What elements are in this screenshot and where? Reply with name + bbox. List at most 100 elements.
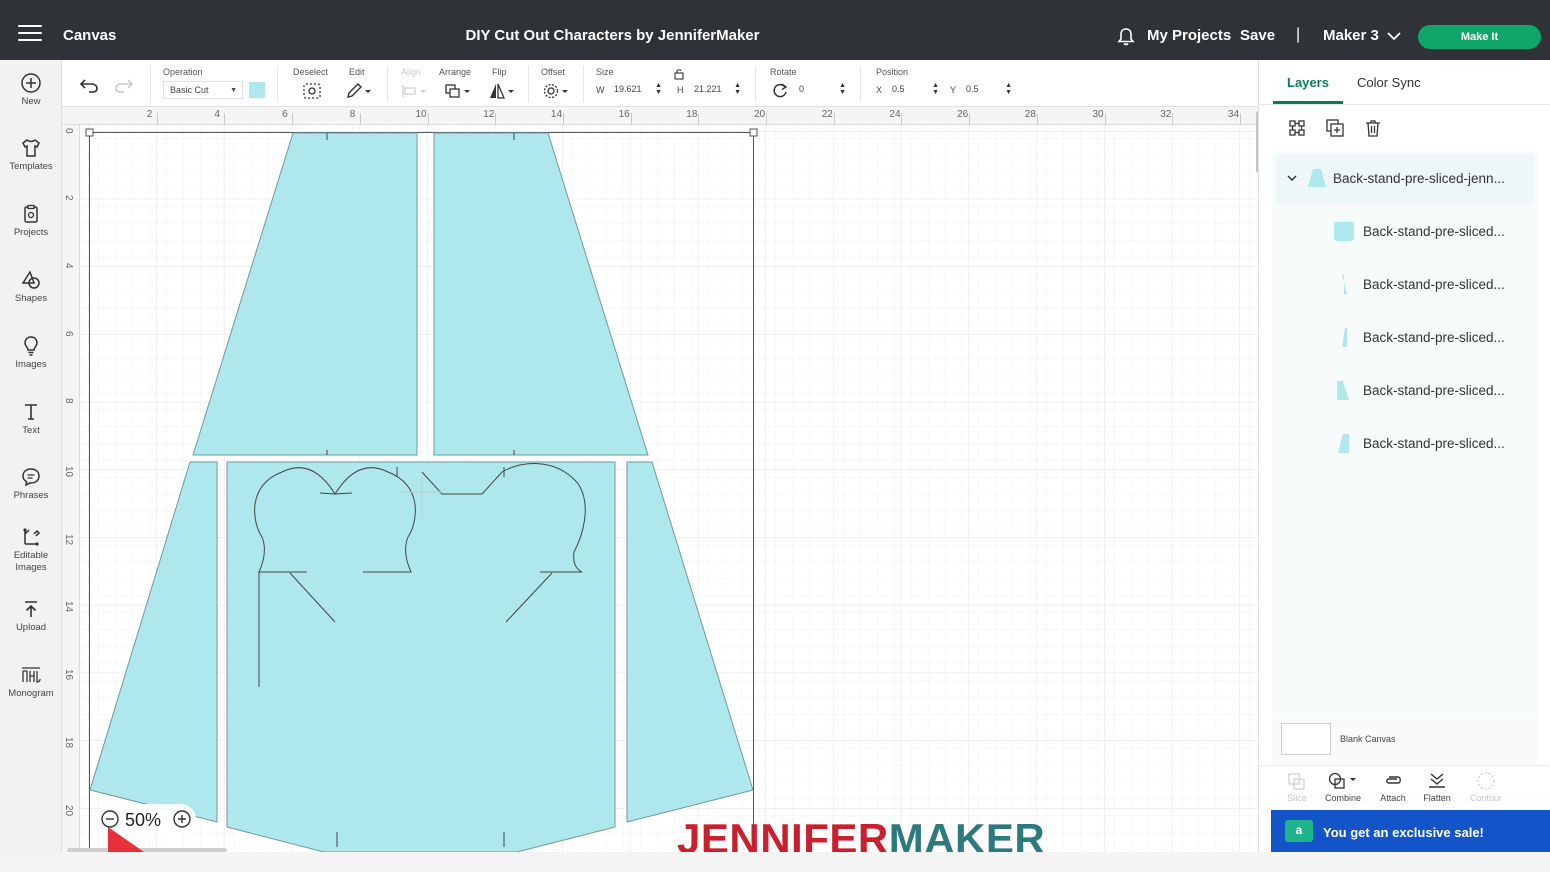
stepper-icon[interactable]: ▲ ▼ xyxy=(1005,82,1012,96)
bell-icon[interactable] xyxy=(1116,27,1136,47)
layer-group-row[interactable]: Back-stand-pre-sliced-jenn... xyxy=(1276,154,1534,204)
ruler-tick-label: 22 xyxy=(821,109,833,120)
flip-label: Flip xyxy=(492,67,507,77)
rotate-input[interactable]: 0 ▲ ▼ xyxy=(799,81,846,99)
sidebar-item-images[interactable]: Images xyxy=(0,335,62,371)
caret-down-icon: ▼ xyxy=(230,87,237,94)
align-label: Align xyxy=(401,67,422,77)
operation-color-swatch[interactable] xyxy=(249,82,265,98)
design-shapes xyxy=(85,128,758,852)
tab-layers[interactable]: Layers xyxy=(1287,75,1329,90)
attach-icon xyxy=(1386,776,1401,784)
layer-row[interactable]: Back-stand-pre-sliced... xyxy=(1272,419,1538,469)
shape-lower-left[interactable] xyxy=(89,461,218,823)
tab-color-sync[interactable]: Color Sync xyxy=(1357,75,1421,90)
layer-thumbnail xyxy=(1338,434,1349,453)
x-input[interactable]: 0.5 ▲ ▼ xyxy=(892,81,939,99)
sidebar-item-editable-images[interactable]: Editable Images xyxy=(0,526,62,574)
shape-upper-right[interactable] xyxy=(433,132,649,456)
layer-name: Back-stand-pre-sliced... xyxy=(1363,330,1505,345)
toolbar-divider xyxy=(528,66,529,102)
attach-button[interactable]: Attach xyxy=(1368,771,1418,803)
machine-selector[interactable]: Maker 3 xyxy=(1323,27,1379,44)
project-title[interactable]: DIY Cut Out Characters by JenniferMaker xyxy=(400,27,825,44)
stepper-icon[interactable]: ▲ ▼ xyxy=(932,82,939,96)
watermark-maker: MAKER xyxy=(888,815,1046,852)
sidebar-label: Text xyxy=(22,425,40,436)
lock-icon[interactable] xyxy=(673,68,685,80)
slice-button: Slice xyxy=(1272,771,1322,803)
undo-icon[interactable] xyxy=(78,76,100,94)
layer-name: Back-stand-pre-sliced... xyxy=(1363,277,1505,292)
shape-lower-center[interactable] xyxy=(226,461,616,852)
edit-label: Edit xyxy=(349,67,365,77)
sidebar-item-phrases[interactable]: Phrases xyxy=(0,466,62,502)
pencil-icon[interactable] xyxy=(345,82,373,100)
shape-lower-right[interactable] xyxy=(626,461,754,823)
deselect-icon[interactable] xyxy=(302,82,322,100)
arrange-icon[interactable] xyxy=(444,82,472,100)
sidebar-item-new[interactable]: New xyxy=(0,72,62,108)
layer-row[interactable]: Back-stand-pre-sliced... xyxy=(1272,313,1538,363)
sidebar-item-upload[interactable]: Upload xyxy=(0,598,62,634)
sale-banner[interactable]: a You get an exclusive sale! xyxy=(1271,810,1550,852)
rotate-icon[interactable] xyxy=(771,82,789,100)
width-input[interactable]: 19.621 ▲ ▼ xyxy=(614,81,662,99)
menu-icon[interactable] xyxy=(18,25,42,43)
blank-canvas-swatch xyxy=(1281,723,1331,755)
ruler-tick xyxy=(766,113,767,125)
height-input[interactable]: 21.221 ▲ ▼ xyxy=(694,81,741,99)
bottom-strip xyxy=(0,852,1550,872)
chevron-down-icon[interactable] xyxy=(1386,29,1402,43)
ruler-tick xyxy=(359,113,361,125)
sidebar-item-monogram[interactable]: Monogram xyxy=(0,664,62,700)
blank-canvas-row[interactable]: Blank Canvas xyxy=(1272,718,1538,765)
redo-icon[interactable] xyxy=(113,76,135,94)
layer-thumbnail xyxy=(1342,275,1347,294)
group-icon[interactable] xyxy=(1287,118,1307,138)
stepper-icon[interactable]: ▲ ▼ xyxy=(839,82,846,96)
zoom-in-icon[interactable] xyxy=(172,809,192,829)
make-it-button[interactable]: Make It xyxy=(1418,25,1541,49)
ruler-tick xyxy=(562,113,564,125)
sidebar-item-projects[interactable]: Projects xyxy=(0,203,62,239)
flip-icon[interactable] xyxy=(488,82,516,100)
save-button[interactable]: Save xyxy=(1240,27,1275,44)
layer-row[interactable]: Back-stand-pre-sliced... xyxy=(1272,366,1538,416)
combine-button[interactable]: Combine xyxy=(1318,771,1368,803)
toolbar-divider xyxy=(150,66,151,102)
y-input[interactable]: 0.5 ▲ ▼ xyxy=(966,81,1012,99)
layer-row[interactable]: Back-stand-pre-sliced... xyxy=(1272,260,1538,310)
toolbar-divider xyxy=(583,66,584,102)
ruler-tick xyxy=(698,113,700,125)
blank-canvas-label: Blank Canvas xyxy=(1340,734,1396,744)
toolbar-divider xyxy=(277,66,278,102)
sidebar-item-shapes[interactable]: Shapes xyxy=(0,269,62,305)
x-value: 0.5 xyxy=(892,84,905,94)
duplicate-icon[interactable] xyxy=(1325,118,1345,138)
ruler-tick-label: 10 xyxy=(63,466,74,478)
jennifermaker-watermark: JENNIFERMAKER xyxy=(677,815,1045,852)
flatten-button[interactable]: Flatten xyxy=(1412,771,1462,803)
operation-select[interactable]: Basic Cut ▼ xyxy=(163,81,243,99)
layer-row[interactable]: Back-stand-pre-sliced... xyxy=(1272,207,1538,257)
offset-icon[interactable] xyxy=(542,82,570,100)
sidebar-item-text[interactable]: Text xyxy=(0,401,62,437)
ruler-tick-label: 24 xyxy=(889,109,901,120)
ruler-tick xyxy=(833,113,835,125)
rotate-label: Rotate xyxy=(770,67,797,77)
trash-icon[interactable] xyxy=(1363,118,1383,138)
top-header: Canvas DIY Cut Out Characters by Jennife… xyxy=(0,0,1550,60)
stepper-icon[interactable]: ▲ ▼ xyxy=(734,82,741,96)
stepper-icon[interactable]: ▲ ▼ xyxy=(655,82,662,96)
shape-upper-left[interactable] xyxy=(192,132,418,456)
ruler-tick-label: 8 xyxy=(349,109,356,120)
clipboard-icon xyxy=(24,204,38,223)
my-projects-link[interactable]: My Projects xyxy=(1147,27,1231,44)
layer-thumbnail xyxy=(1337,381,1349,400)
sidebar-item-templates[interactable]: Templates xyxy=(0,137,62,173)
chevron-down-icon[interactable] xyxy=(1286,173,1298,183)
design-canvas[interactable]: 2 4 6 8 10 12 14 16 18 20 22 24 26 28 30 32 34 0 2 4 6 8 10 12… xyxy=(62,107,1258,852)
position-label: Position xyxy=(876,67,909,77)
ruler-tick-label: 14 xyxy=(550,109,563,120)
